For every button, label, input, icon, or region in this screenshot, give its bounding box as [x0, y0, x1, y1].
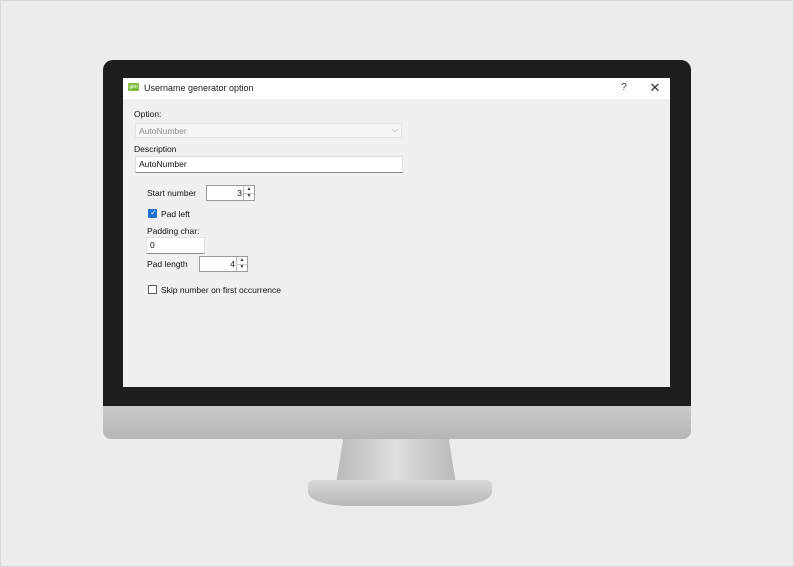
option-label: Option: [134, 109, 162, 119]
monitor-stand-base [308, 480, 492, 506]
padding-char-label: Padding char: [147, 226, 200, 236]
description-label: Description [134, 144, 177, 154]
spin-down-icon[interactable]: ▼ [244, 193, 254, 200]
start-number-stepper[interactable]: 3 ▲ ▼ [206, 185, 255, 201]
window-title: Username generator option [144, 83, 254, 93]
pad-length-spin-buttons: ▲ ▼ [236, 257, 247, 271]
dialog-window: gen Username generator option ? ✕ Option… [123, 78, 670, 387]
option-dropdown-value: AutoNumber [139, 126, 187, 136]
skip-first-occurrence-label: Skip number on first occurrence [161, 285, 281, 295]
start-number-value: 3 [237, 188, 242, 198]
checkmark-icon: ✓ [150, 208, 157, 217]
description-input[interactable]: AutoNumber [135, 156, 403, 173]
title-bar: gen Username generator option ? ✕ [123, 78, 670, 99]
app-icon: gen [128, 83, 139, 91]
pad-length-value: 4 [230, 259, 235, 269]
pad-length-label: Pad length [147, 259, 188, 269]
skip-first-occurrence-checkbox[interactable] [148, 285, 157, 294]
help-button[interactable]: ? [617, 81, 631, 95]
start-number-spin-buttons: ▲ ▼ [243, 186, 254, 200]
monitor-stand-neck [336, 439, 456, 484]
pad-length-stepper[interactable]: 4 ▲ ▼ [199, 256, 248, 272]
monitor-chin [103, 406, 691, 439]
close-button[interactable]: ✕ [647, 80, 663, 96]
chevron-down-icon: ⌵ [391, 125, 398, 134]
spin-down-icon[interactable]: ▼ [237, 264, 247, 271]
pad-left-label: Pad left [161, 209, 190, 219]
start-number-label: Start number [147, 188, 197, 198]
padding-char-input[interactable]: 0 [146, 237, 205, 254]
pad-left-checkbox[interactable]: ✓ [148, 208, 157, 218]
option-dropdown[interactable]: AutoNumber ⌵ [135, 123, 402, 138]
